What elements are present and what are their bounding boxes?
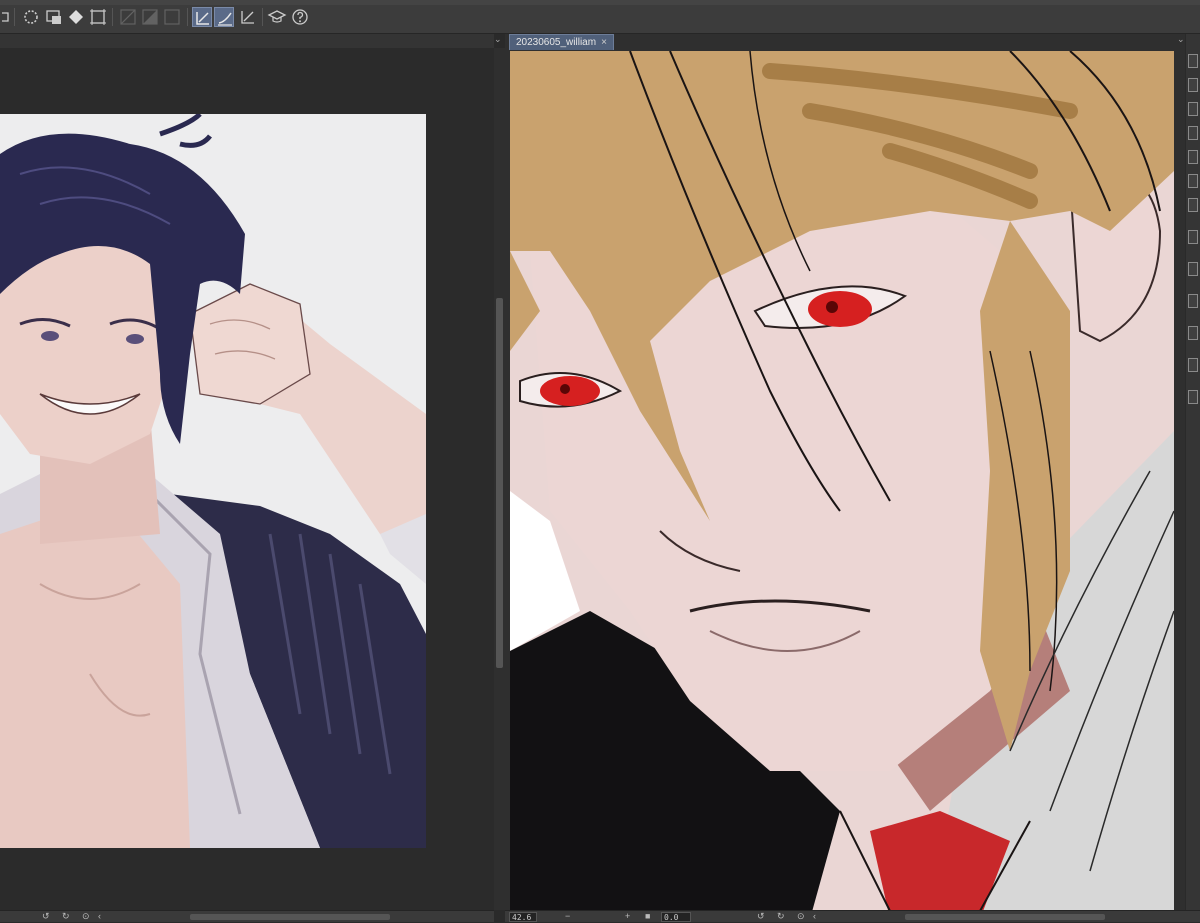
dock-panel-icon[interactable] — [1188, 78, 1198, 92]
selection-launcher-icon[interactable] — [0, 7, 20, 27]
left-canvas-pane: ⌄ — [0, 34, 505, 910]
right-horizontal-scroll-thumb[interactable] — [905, 914, 1105, 920]
drawing-canvas[interactable] — [510, 51, 1174, 919]
rotate-left-icon[interactable]: ↺ — [757, 911, 765, 922]
dock-panel-icon[interactable] — [1188, 262, 1198, 276]
dock-panel-icon[interactable] — [1188, 198, 1198, 212]
left-pane-header — [0, 34, 494, 48]
fit-icon[interactable]: ■ — [645, 911, 650, 922]
menu-strip — [0, 0, 1200, 5]
grid-disabled-icon[interactable] — [162, 7, 182, 27]
rotation-field[interactable]: 0.0 — [661, 912, 691, 922]
zoom-out-icon[interactable]: − — [565, 911, 570, 922]
tab-document[interactable]: 20230605_william × — [509, 34, 614, 50]
dock-panel-icon[interactable] — [1188, 150, 1198, 164]
scroll-left-icon[interactable]: ‹ — [813, 911, 816, 922]
rotate-left-icon[interactable]: ↺ — [42, 911, 50, 922]
right-vertical-scrollbar[interactable] — [1175, 51, 1185, 919]
zoom-field[interactable]: 42.6 — [509, 912, 537, 922]
toolbar-separator — [187, 8, 188, 26]
snap-to-ruler-icon[interactable] — [192, 7, 212, 27]
rotate-right-icon[interactable]: ↻ — [62, 911, 70, 922]
left-scroll-thumb[interactable] — [496, 298, 503, 668]
left-horizontal-scroll-thumb[interactable] — [190, 914, 390, 920]
left-status-bar: ↺ ↻ ⊙ ‹ — [0, 910, 494, 922]
drawing-illustration — [510, 51, 1174, 919]
dock-panel-icon[interactable] — [1188, 126, 1198, 140]
dock-panel-icon[interactable] — [1188, 294, 1198, 308]
help-icon[interactable] — [290, 7, 310, 27]
close-icon[interactable]: × — [601, 35, 607, 51]
toolbar-separator — [112, 8, 113, 26]
crop-icon[interactable] — [88, 7, 108, 27]
left-vertical-scrollbar[interactable] — [494, 48, 505, 910]
learn-icon[interactable] — [267, 7, 287, 27]
toolbar-separator — [14, 8, 15, 26]
pane-collapse-icon[interactable]: ⌄ — [494, 34, 502, 45]
dock-panel-icon[interactable] — [1188, 390, 1198, 404]
reset-rotation-icon[interactable]: ⊙ — [82, 911, 90, 922]
ruler-snap-disabled-icon[interactable] — [118, 7, 138, 27]
reference-illustration — [0, 114, 426, 848]
reference-canvas[interactable] — [0, 114, 426, 848]
snap-to-grid-icon[interactable] — [238, 7, 258, 27]
dock-panel-icon[interactable] — [1188, 174, 1198, 188]
snap-to-special-ruler-icon[interactable] — [214, 7, 234, 27]
dock-panel-icon[interactable] — [1188, 102, 1198, 116]
fill-icon[interactable] — [44, 7, 64, 27]
dock-panel-icon[interactable] — [1188, 54, 1198, 68]
tab-title: 20230605_william — [516, 36, 597, 48]
pane-collapse-icon[interactable]: ⌄ — [1177, 34, 1185, 45]
dock-panel-icon[interactable] — [1188, 358, 1198, 372]
toolbar-separator — [262, 8, 263, 26]
dock-panel-icon[interactable] — [1188, 326, 1198, 340]
scroll-left-icon[interactable]: ‹ — [98, 911, 101, 922]
command-bar — [0, 0, 1200, 34]
right-status-bar: 42.6 − + ■ 0.0 ↺ ↻ ⊙ ‹ — [505, 910, 1200, 922]
snap-icon[interactable] — [21, 7, 41, 27]
transform-icon[interactable] — [66, 7, 86, 27]
rotate-right-icon[interactable]: ↻ — [777, 911, 785, 922]
special-ruler-disabled-icon[interactable] — [140, 7, 160, 27]
document-pane: 20230605_william × ⌄ — [505, 34, 1185, 919]
dock-panel-icon[interactable] — [1188, 230, 1198, 244]
reset-rotation-icon[interactable]: ⊙ — [797, 911, 805, 922]
zoom-in-icon[interactable]: + — [625, 911, 630, 922]
right-dock-bar — [1186, 34, 1200, 910]
